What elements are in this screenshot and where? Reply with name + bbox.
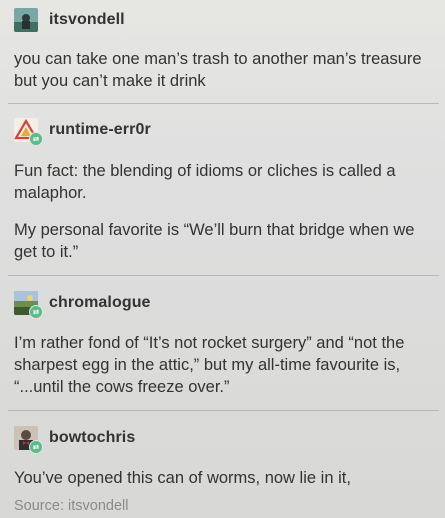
post-header-chromalogue: chromalogue [14, 290, 151, 319]
post-body-3: I’m rather fond of “It’s not rocket surg… [14, 334, 405, 396]
avatar-bowtochris[interactable] [14, 426, 43, 454]
reblog-icon [29, 305, 43, 319]
tumblr-post-thread: itsvondell you can take one man’s trash … [0, 0, 445, 518]
post-body-2-paragraph-2: My personal favorite is “We’ll burn that… [14, 221, 415, 261]
divider [8, 103, 439, 104]
username[interactable]: chromalogue [49, 294, 151, 312]
username[interactable]: runtime-err0r [49, 121, 151, 139]
divider [8, 410, 439, 411]
post-body-1: you can take one man’s trash to another … [14, 50, 422, 90]
source-link[interactable]: Source: itsvondell [14, 498, 128, 514]
post-header-bowtochris: bowtochris [14, 425, 135, 454]
avatar-itsvondell[interactable] [14, 8, 38, 32]
reblog-icon [29, 132, 43, 146]
post-body-2-paragraph-1: Fun fact: the blending of idioms or clic… [14, 162, 396, 202]
avatar-chromalogue[interactable] [14, 291, 43, 319]
avatar-runtime-err0r[interactable] [14, 118, 43, 146]
post-header-itsvondell: itsvondell [14, 7, 125, 33]
username[interactable]: itsvondell [49, 11, 125, 29]
reblog-icon [29, 440, 43, 454]
divider [8, 275, 439, 276]
username[interactable]: bowtochris [49, 429, 135, 447]
post-body-4: You’ve opened this can of worms, now lie… [14, 469, 351, 487]
post-header-runtime-err0r: runtime-err0r [14, 117, 151, 146]
